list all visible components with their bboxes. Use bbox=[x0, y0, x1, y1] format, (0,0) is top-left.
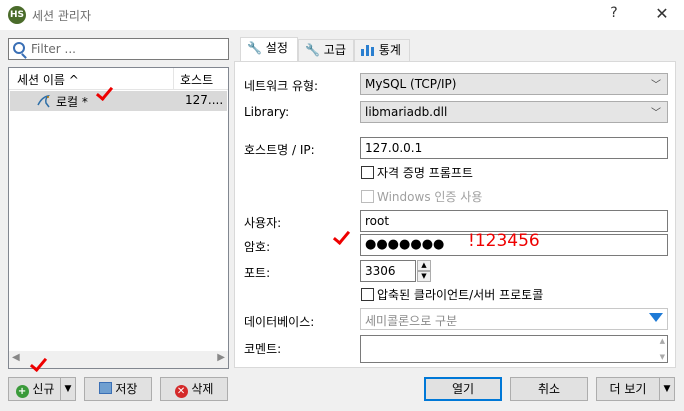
bar-chart-icon bbox=[361, 42, 375, 62]
network-type-value: MySQL (TCP/IP) bbox=[365, 77, 457, 91]
compressed-protocol-checkbox[interactable] bbox=[361, 288, 374, 301]
app-icon: HS bbox=[8, 6, 26, 24]
column-divider[interactable] bbox=[173, 68, 174, 90]
save-button[interactable]: 저장 bbox=[84, 377, 152, 401]
plus-icon: + bbox=[15, 385, 29, 398]
list-header: 세션 이름 ^ 호스트 bbox=[9, 68, 228, 90]
tab-statistics-label: 통계 bbox=[378, 43, 401, 57]
column-header-session-name[interactable]: 세션 이름 ^ bbox=[17, 71, 79, 88]
tab-advanced[interactable]: 🔧 고급 bbox=[298, 39, 354, 61]
comment-textarea[interactable]: ▲ ▼ bbox=[360, 335, 668, 363]
user-label: 사용자: bbox=[244, 216, 282, 230]
port-increment-button[interactable]: ▲ bbox=[417, 260, 431, 271]
databases-label: 데이터베이스: bbox=[244, 315, 315, 329]
tab-advanced-label: 고급 bbox=[323, 43, 346, 57]
library-value: libmariadb.dll bbox=[365, 105, 448, 119]
tab-statistics[interactable]: 통계 bbox=[354, 39, 410, 61]
compressed-protocol-label: 압축된 클라이언트/서버 프로토콜 bbox=[377, 288, 544, 302]
port-label: 포트: bbox=[244, 266, 271, 280]
new-session-button[interactable]: + 신규 bbox=[8, 377, 62, 401]
credential-prompt-label: 자격 증명 프롬프트 bbox=[377, 166, 473, 180]
databases-placeholder: 세미콜론으로 구분 bbox=[365, 314, 458, 328]
user-input[interactable]: root bbox=[360, 210, 668, 232]
library-select[interactable]: libmariadb.dll ﹀ bbox=[360, 101, 668, 123]
new-label: 신규 bbox=[32, 382, 55, 396]
library-label: Library: bbox=[244, 105, 290, 119]
wrench-orange-icon: 🔧 bbox=[305, 43, 320, 57]
session-name: 로컬 * bbox=[56, 95, 88, 109]
delete-icon: ✕ bbox=[174, 385, 188, 398]
more-button[interactable]: 더 보기 bbox=[596, 377, 660, 401]
port-decrement-button[interactable]: ▼ bbox=[417, 271, 431, 282]
scroll-up-icon[interactable]: ▲ bbox=[660, 337, 665, 345]
column-header-host[interactable]: 호스트 bbox=[180, 71, 213, 88]
windows-auth-checkbox bbox=[361, 190, 374, 203]
port-input[interactable]: 3306 bbox=[360, 260, 416, 282]
wrench-icon: 🔧 bbox=[247, 41, 262, 55]
save-icon bbox=[98, 382, 112, 394]
scroll-left-icon[interactable]: ◀ bbox=[12, 352, 20, 363]
save-label: 저장 bbox=[115, 382, 138, 396]
password-annotation: !123456 bbox=[468, 231, 540, 251]
close-button[interactable]: ✕ bbox=[650, 4, 674, 26]
chevron-down-icon: ▼ bbox=[64, 384, 72, 394]
tab-settings-label: 설정 bbox=[265, 41, 288, 55]
hostname-input[interactable]: 127.0.0.1 bbox=[360, 137, 668, 159]
tab-settings[interactable]: 🔧 설정 bbox=[240, 37, 298, 61]
help-button[interactable]: ? bbox=[602, 5, 626, 25]
databases-input[interactable]: 세미콜론으로 구분 bbox=[360, 308, 668, 330]
hostname-label: 호스트명 / IP: bbox=[244, 143, 315, 157]
mysql-session-icon bbox=[36, 93, 52, 109]
filter-input[interactable]: Filter ... bbox=[8, 38, 229, 60]
more-dropdown-button[interactable]: ▼ bbox=[659, 377, 675, 401]
title-bar bbox=[0, 0, 684, 30]
chevron-down-icon: ▼ bbox=[663, 384, 671, 394]
windows-auth-label: Windows 인증 사용 bbox=[377, 190, 483, 204]
cancel-button[interactable]: 취소 bbox=[510, 377, 588, 401]
search-icon bbox=[13, 42, 25, 54]
session-row[interactable]: 로컬 * 127.... bbox=[10, 91, 227, 111]
filter-placeholder: Filter ... bbox=[31, 42, 76, 56]
new-dropdown-button[interactable]: ▼ bbox=[60, 377, 76, 401]
delete-button[interactable]: ✕ 삭제 bbox=[160, 377, 228, 401]
password-label: 암호: bbox=[244, 240, 271, 254]
network-type-select[interactable]: MySQL (TCP/IP) ﹀ bbox=[360, 73, 668, 95]
credential-prompt-checkbox[interactable] bbox=[361, 166, 374, 179]
scroll-right-icon[interactable]: ▶ bbox=[217, 352, 225, 363]
session-host: 127.... bbox=[185, 93, 224, 107]
open-button[interactable]: 열기 bbox=[424, 377, 502, 401]
scroll-down-icon[interactable]: ▼ bbox=[660, 353, 665, 361]
chevron-down-icon: ﹀ bbox=[651, 108, 661, 119]
delete-label: 삭제 bbox=[191, 382, 214, 396]
chevron-down-icon: ﹀ bbox=[651, 80, 661, 91]
session-list[interactable]: 세션 이름 ^ 호스트 로컬 * 127.... ◀ ▶ bbox=[8, 67, 229, 369]
network-type-label: 네트워크 유형: bbox=[244, 79, 319, 93]
dropdown-triangle-icon[interactable] bbox=[649, 313, 663, 322]
window-title: 세션 관리자 bbox=[32, 9, 92, 23]
comment-label: 코멘트: bbox=[244, 342, 282, 356]
